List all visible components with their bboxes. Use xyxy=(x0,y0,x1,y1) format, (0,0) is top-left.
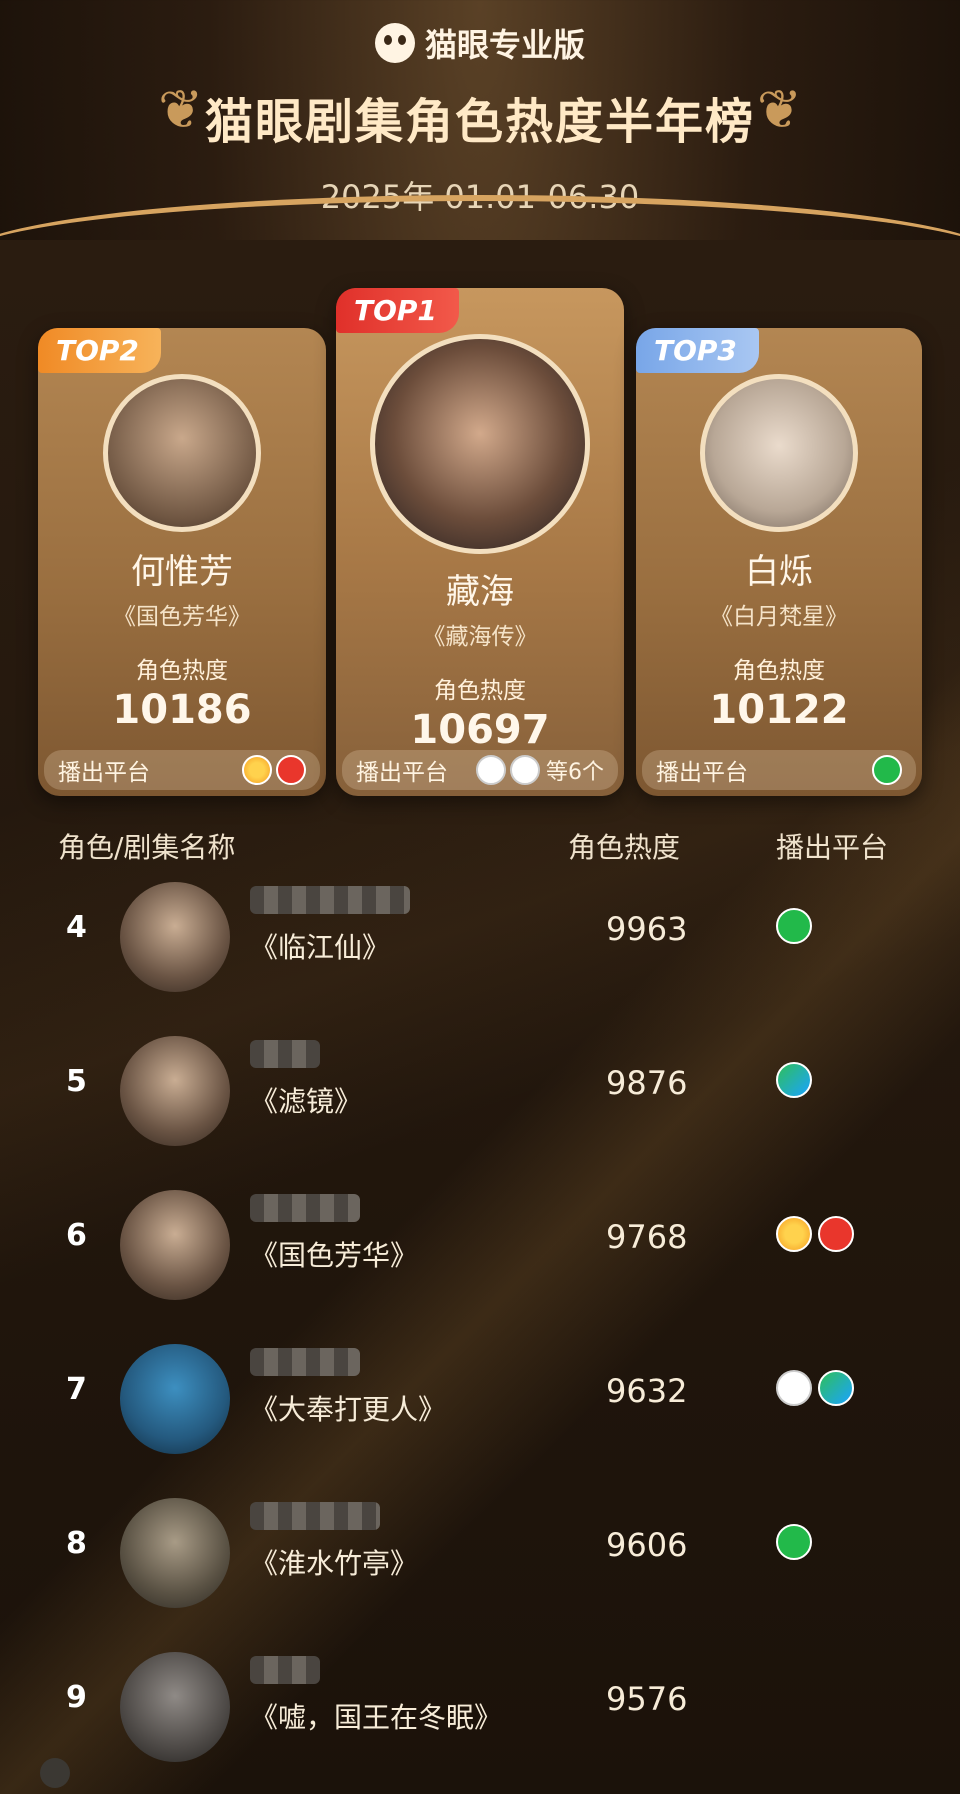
tencent-video-icon xyxy=(776,1062,812,1098)
heat-label: 角色热度 xyxy=(136,658,228,684)
heat-value: 10186 xyxy=(112,687,252,733)
scroll-indicator xyxy=(40,1758,70,1788)
show-title: 《国色芳华》 xyxy=(113,604,251,630)
cat-icon xyxy=(374,23,415,63)
iqiyi-icon xyxy=(872,755,902,785)
avatar xyxy=(700,374,858,532)
platform-label: 播出平台 xyxy=(656,760,748,786)
avatar xyxy=(120,1344,230,1454)
heat-value: 9876 xyxy=(606,1064,688,1102)
rank-number: 8 xyxy=(66,1526,87,1561)
character-name-blurred xyxy=(250,882,410,915)
list-item[interactable]: 5 《滤镜》 9876 xyxy=(0,1028,960,1156)
show-title: 《临江仙》 xyxy=(250,931,391,964)
tencent-video-icon xyxy=(818,1370,854,1406)
show-title: 《白月梵星》 xyxy=(710,604,848,630)
avatar xyxy=(120,1652,230,1762)
heat-value: 10697 xyxy=(410,707,550,753)
avatar xyxy=(120,1190,230,1300)
heat-value: 9576 xyxy=(606,1680,688,1718)
iqiyi-icon xyxy=(776,908,812,944)
avatar xyxy=(120,1036,230,1146)
heat-label: 角色热度 xyxy=(733,658,825,684)
heat-label: 角色热度 xyxy=(434,678,526,704)
list-item[interactable]: 7 《大奉打更人》 9632 xyxy=(0,1336,960,1464)
rank-badge: TOP3 xyxy=(636,328,759,373)
show-title: 《国色芳华》 xyxy=(250,1239,419,1272)
list-item[interactable]: 6 《国色芳华》 9768 xyxy=(0,1182,960,1310)
character-name: 白烁 xyxy=(745,552,813,592)
heat-value: 9963 xyxy=(606,910,688,948)
youku-icon xyxy=(276,755,306,785)
character-name-blurred xyxy=(250,1498,380,1531)
character-name: 藏海 xyxy=(446,572,514,612)
avatar xyxy=(370,334,590,554)
page-title: 猫眼剧集角色热度半年榜 xyxy=(204,94,755,150)
platform-label: 播出平台 xyxy=(356,760,448,786)
list-item[interactable]: 4 《临江仙》 9963 xyxy=(0,874,960,1002)
show-title: 《嘘，国王在冬眠》 xyxy=(250,1701,503,1734)
platforms-more: 等6个 xyxy=(546,760,604,785)
avatar xyxy=(103,374,261,532)
rank-number: 9 xyxy=(66,1680,87,1715)
character-name-blurred xyxy=(250,1652,320,1685)
mango-tv-icon xyxy=(242,755,272,785)
brand-name: 猫眼专业版 xyxy=(424,26,585,64)
character-name-blurred xyxy=(250,1036,320,1069)
avatar xyxy=(120,1498,230,1608)
cctv-icon xyxy=(510,755,540,785)
heat-value: 9768 xyxy=(606,1218,688,1256)
header: 猫眼专业版 ❦ 猫眼剧集角色热度半年榜 ❦ 2025年 01.01-06.30 xyxy=(0,0,960,240)
rank-badge: TOP1 xyxy=(336,288,459,333)
heat-value: 9632 xyxy=(606,1372,688,1410)
top1-card[interactable]: TOP1 藏海 《藏海传》 角色热度 10697 播出平台 等6个 xyxy=(336,288,624,796)
rank-number: 4 xyxy=(66,910,87,945)
list-item[interactable]: 8 《淮水竹亭》 9606 xyxy=(0,1490,960,1618)
youku-icon xyxy=(818,1216,854,1252)
column-header-heat: 角色热度 xyxy=(568,831,681,864)
rank-number: 7 xyxy=(66,1372,87,1407)
show-title: 《藏海传》 xyxy=(422,624,538,650)
heat-value: 10122 xyxy=(709,687,849,733)
avatar xyxy=(120,882,230,992)
platform-bar: 播出平台 等6个 xyxy=(342,750,618,790)
character-name-blurred xyxy=(250,1190,360,1223)
heat-value: 9606 xyxy=(606,1526,688,1564)
platform-bar: 播出平台 xyxy=(44,750,320,790)
rank-number: 6 xyxy=(66,1218,87,1253)
column-header-platform: 播出平台 xyxy=(776,831,889,864)
character-name: 何惟芳 xyxy=(131,552,233,592)
show-title: 《滤镜》 xyxy=(250,1085,363,1118)
character-name-blurred xyxy=(250,1344,360,1377)
show-title: 《大奉打更人》 xyxy=(250,1393,447,1426)
brand-logo: 猫眼专业版 xyxy=(0,20,960,66)
laurel-right-icon: ❦ xyxy=(756,78,802,141)
cctv-icon xyxy=(476,755,506,785)
top3-card[interactable]: TOP3 白烁 《白月梵星》 角色热度 10122 播出平台 xyxy=(636,328,922,796)
mango-tv-icon xyxy=(776,1216,812,1252)
rank-badge: TOP2 xyxy=(38,328,161,373)
column-header-name: 角色/剧集名称 xyxy=(58,831,236,864)
iqiyi-icon xyxy=(776,1524,812,1560)
show-title: 《淮水竹亭》 xyxy=(250,1547,419,1580)
platform-label: 播出平台 xyxy=(58,760,150,786)
cctv-icon xyxy=(776,1370,812,1406)
platform-bar: 播出平台 xyxy=(642,750,916,790)
list-item[interactable]: 9 《嘘，国王在冬眠》 9576 xyxy=(0,1644,960,1772)
rank-number: 5 xyxy=(66,1064,87,1099)
top2-card[interactable]: TOP2 何惟芳 《国色芳华》 角色热度 10186 播出平台 xyxy=(38,328,326,796)
